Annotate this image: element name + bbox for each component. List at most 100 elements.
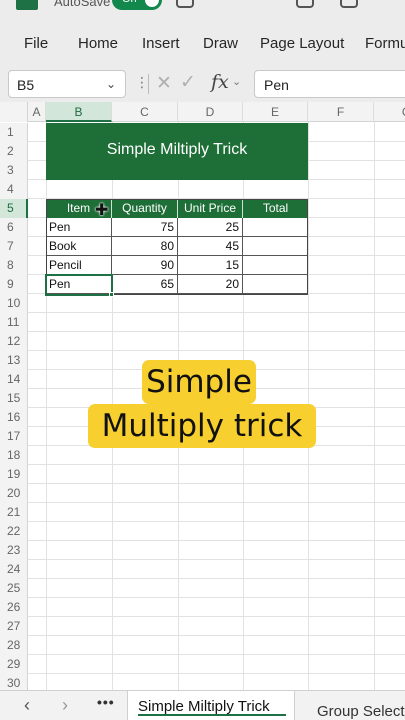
chevron-right-icon[interactable]: ›	[62, 695, 68, 716]
sheet-tab-bar: ‹ › ••• Simple Miltiply Trick Group Sele…	[0, 690, 405, 720]
table-cell-unit-price[interactable]: 25	[178, 218, 243, 237]
table-icon[interactable]	[296, 0, 314, 8]
column-header-d[interactable]: D	[178, 102, 243, 122]
column-header-e[interactable]: E	[243, 102, 308, 122]
chevron-down-icon[interactable]: ⌄	[106, 77, 116, 91]
row-header-14[interactable]: 14	[0, 370, 28, 389]
table-header-total[interactable]: Total	[243, 199, 308, 218]
table-cell-unit-price[interactable]: 45	[178, 237, 243, 256]
row-header-2[interactable]: 2	[0, 142, 28, 161]
table-cell-item[interactable]: Pen	[46, 218, 112, 237]
gridline	[28, 673, 405, 674]
gridline	[28, 350, 405, 351]
row-header-17[interactable]: 17	[0, 427, 28, 446]
row-header-11[interactable]: 11	[0, 313, 28, 332]
table-cell-total[interactable]	[243, 275, 308, 294]
row-header-1[interactable]: 1	[0, 123, 28, 142]
sheet-tab[interactable]: Group Select	[317, 691, 405, 720]
row-header-3[interactable]: 3	[0, 161, 28, 180]
gridline	[28, 483, 405, 484]
row-header-19[interactable]: 19	[0, 465, 28, 484]
insert-function-icon[interactable]: fx	[211, 71, 229, 93]
row-header-29[interactable]: 29	[0, 655, 28, 674]
tab-draw[interactable]: Draw	[203, 35, 238, 52]
enter-check-icon[interactable]: ✓	[180, 71, 196, 94]
share-icon[interactable]	[340, 0, 358, 8]
caption-line-2: Multiply trick	[88, 404, 316, 448]
table-header-unit-price[interactable]: Unit Price	[178, 199, 243, 218]
gridline	[28, 616, 405, 617]
row-header-15[interactable]: 15	[0, 389, 28, 408]
row-header-7[interactable]: 7	[0, 237, 28, 256]
row-header-20[interactable]: 20	[0, 484, 28, 503]
row-header-4[interactable]: 4	[0, 180, 28, 199]
row-header-23[interactable]: 23	[0, 541, 28, 560]
gridline	[28, 312, 405, 313]
column-header-b[interactable]: B	[46, 102, 112, 122]
gridline	[28, 464, 405, 465]
tab-formulas[interactable]: Formu	[365, 35, 405, 52]
column-header-c[interactable]: C	[112, 102, 178, 122]
select-all-corner[interactable]	[0, 102, 28, 122]
row-header-24[interactable]: 24	[0, 560, 28, 579]
row-header-26[interactable]: 26	[0, 598, 28, 617]
table-cell-quantity[interactable]: 80	[112, 237, 178, 256]
table-cell-quantity[interactable]: 90	[112, 256, 178, 275]
table-cell-total[interactable]	[243, 237, 308, 256]
gridline	[28, 578, 405, 579]
autosave-toggle[interactable]: On	[112, 0, 162, 10]
tab-home[interactable]: Home	[78, 35, 118, 52]
row-header-5[interactable]: 5	[0, 199, 28, 218]
row-header-6[interactable]: 6	[0, 218, 28, 237]
gridline	[28, 654, 405, 655]
fill-handle[interactable]	[109, 292, 114, 297]
table-cell-total[interactable]	[243, 256, 308, 275]
title-banner[interactable]: Simple Miltiply Trick	[46, 123, 308, 180]
column-header-g[interactable]: G	[374, 102, 405, 122]
tab-insert[interactable]: Insert	[142, 35, 180, 52]
name-box[interactable]: B5 ⌄	[8, 70, 126, 98]
row-header-22[interactable]: 22	[0, 522, 28, 541]
sheet-tab-active[interactable]: Simple Miltiply Trick	[127, 691, 295, 720]
row-header-13[interactable]: 13	[0, 351, 28, 370]
table-cell-unit-price[interactable]: 20	[178, 275, 243, 294]
divider	[148, 74, 149, 94]
gridline	[28, 635, 405, 636]
table-cell-unit-price[interactable]: 15	[178, 256, 243, 275]
formula-input[interactable]: Pen	[254, 70, 405, 98]
spreadsheet-grid[interactable]: A B C D E F G 12345678910111213141516171…	[0, 102, 405, 690]
row-header-9[interactable]: 9	[0, 275, 28, 294]
table-cell-item[interactable]: Pen	[46, 275, 112, 294]
tab-page-layout[interactable]: Page Layout	[260, 35, 344, 52]
sheet-tab-label: Simple Miltiply Trick	[138, 698, 270, 715]
column-header-f[interactable]: F	[308, 102, 374, 122]
autosave-label: AutoSave	[54, 0, 111, 9]
row-header-25[interactable]: 25	[0, 579, 28, 598]
save-icon[interactable]	[176, 0, 194, 8]
row-header-18[interactable]: 18	[0, 446, 28, 465]
row-header-16[interactable]: 16	[0, 408, 28, 427]
tab-file[interactable]: File	[24, 35, 48, 52]
chevron-left-icon[interactable]: ‹	[24, 695, 30, 716]
cancel-icon[interactable]: ✕	[156, 72, 172, 95]
more-sheets-button[interactable]: •••	[97, 694, 115, 710]
excel-logo-icon	[16, 0, 38, 10]
row-header-27[interactable]: 27	[0, 617, 28, 636]
chevron-down-icon[interactable]: ⌄	[232, 75, 241, 88]
table-cell-quantity[interactable]: 75	[112, 218, 178, 237]
title-bar: AutoSave On	[0, 0, 405, 22]
row-header-12[interactable]: 12	[0, 332, 28, 351]
table-cell-item[interactable]: Book	[46, 237, 112, 256]
table-cell-total[interactable]	[243, 218, 308, 237]
table-header-quantity[interactable]: Quantity	[112, 199, 178, 218]
cursor-cross-icon: ✚	[95, 202, 109, 219]
row-header-8[interactable]: 8	[0, 256, 28, 275]
row-header-10[interactable]: 10	[0, 294, 28, 313]
column-header-a[interactable]: A	[28, 102, 46, 122]
gridline	[374, 122, 375, 690]
row-header-28[interactable]: 28	[0, 636, 28, 655]
table-cell-quantity[interactable]: 65	[112, 275, 178, 294]
row-header-21[interactable]: 21	[0, 503, 28, 522]
row-header-30[interactable]: 30	[0, 674, 28, 690]
table-cell-item[interactable]: Pencil	[46, 256, 112, 275]
